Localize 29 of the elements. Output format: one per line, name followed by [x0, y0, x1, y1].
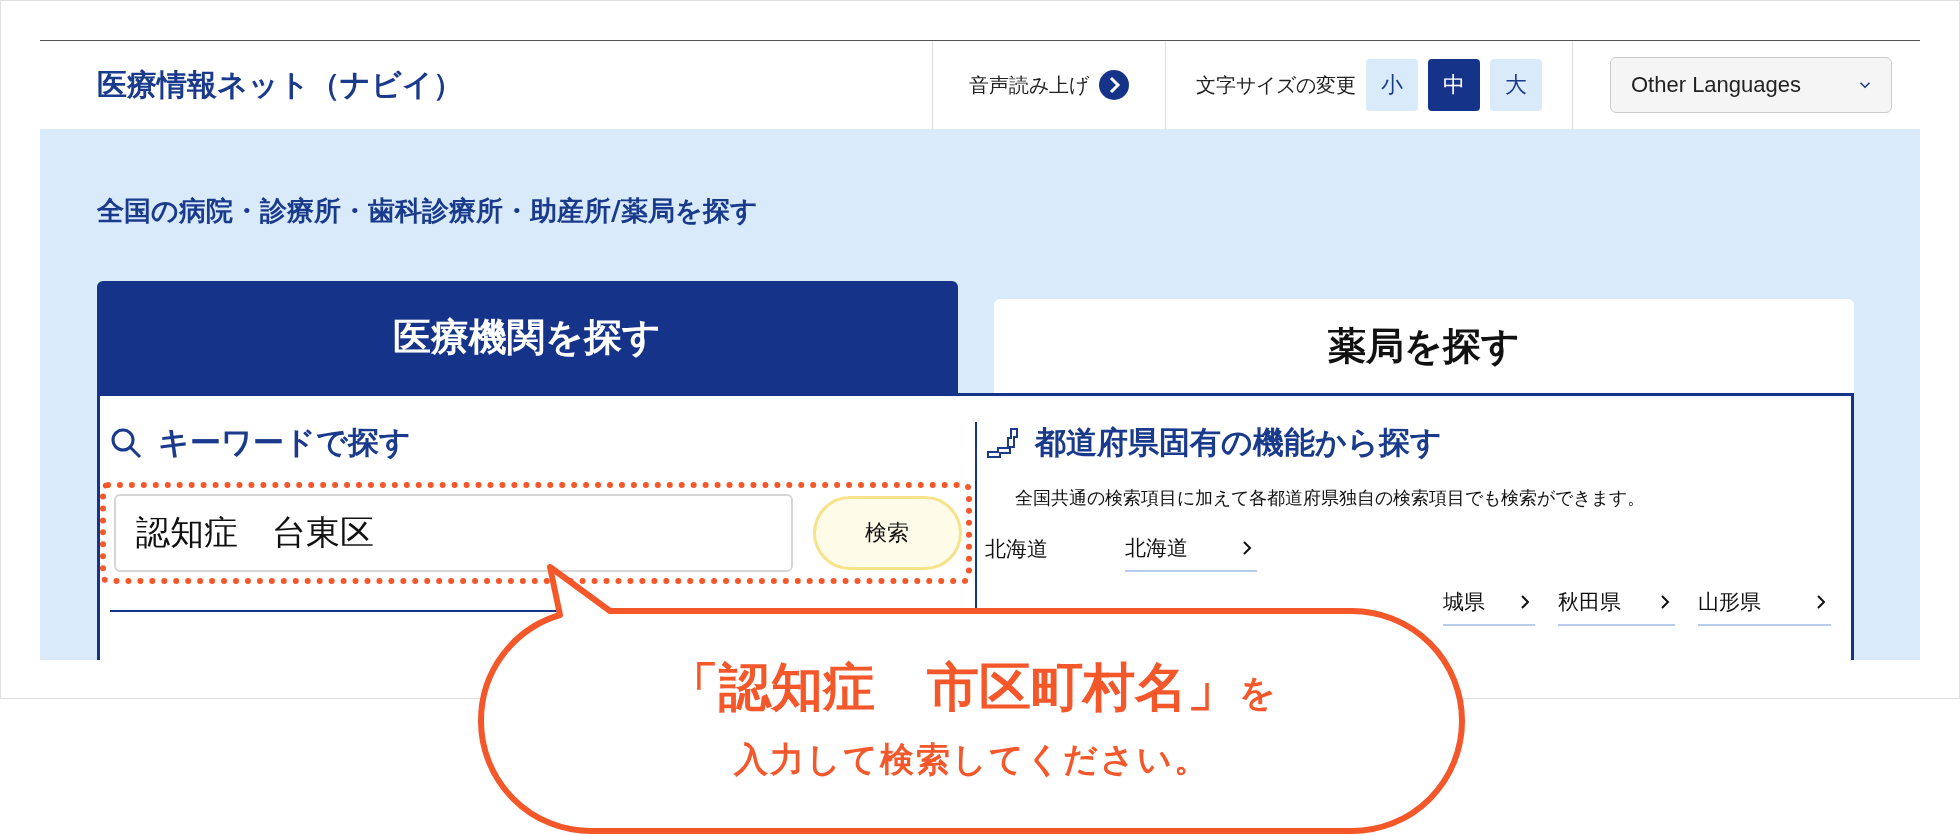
read-aloud-link[interactable]: 音声読み上げ: [969, 71, 1089, 99]
prefecture-link[interactable]: 山形県: [1698, 580, 1831, 626]
chevron-icon: [1519, 593, 1531, 611]
prefecture-link[interactable]: 城県: [1443, 580, 1535, 626]
language-dropdown[interactable]: Other Languages: [1610, 57, 1892, 113]
section-heading: 全国の病院・診療所・歯科診療所・助産所/薬局を探す: [97, 194, 759, 228]
region-label: 北海道: [985, 536, 1049, 563]
keyword-field[interactable]: 認知症 台東区: [114, 494, 793, 572]
map-icon: [985, 427, 1019, 459]
prefecture-link[interactable]: 秋田県: [1558, 580, 1675, 626]
chevron-icon: [1241, 539, 1253, 557]
search-icon: [110, 427, 142, 459]
prefecture-heading: 都道府県固有の機能から探す: [1035, 423, 1442, 462]
font-size-button[interactable]: 小: [1366, 59, 1418, 111]
search-tab[interactable]: 医療機関を探す: [97, 281, 958, 393]
font-size-label: 文字サイズの変更: [1196, 71, 1356, 99]
font-size-button[interactable]: 中: [1428, 59, 1480, 111]
callout-text: 「認知症 市区町村名」を: [667, 656, 1276, 719]
chevron-icon: [1815, 593, 1827, 611]
chevron-icon: [1659, 593, 1671, 611]
keyword-heading: キーワードで探す: [158, 423, 411, 462]
font-size-button[interactable]: 大: [1490, 59, 1542, 111]
chevron-circle-icon: [1099, 70, 1129, 100]
description-text: 全国共通の検索項目に加えて各都道府県独自の検索項目でも検索ができます。: [1015, 486, 1646, 510]
prefecture-link[interactable]: 北海道: [1125, 526, 1257, 572]
search-button[interactable]: 検索: [812, 496, 962, 570]
search-tab[interactable]: 薬局を探す: [993, 299, 1854, 393]
site-title: 医療情報ネット（ナビイ）: [96, 65, 464, 104]
callout-text: 入力して検索してください。: [733, 738, 1210, 781]
